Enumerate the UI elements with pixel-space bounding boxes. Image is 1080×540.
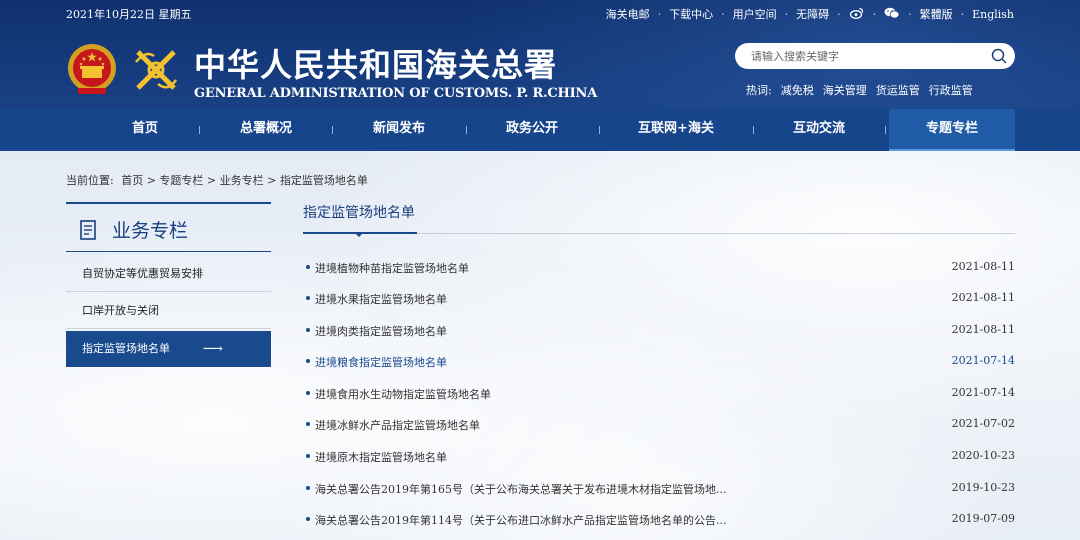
weibo-icon[interactable] (849, 7, 865, 21)
nav-item-special-topics[interactable]: 专题专栏 (889, 109, 1015, 151)
list-item[interactable]: 进境粮食指定监管场地名单 2021-07-14 (303, 351, 1015, 371)
search-input[interactable] (751, 47, 981, 65)
nav-item-internet-customs[interactable]: 互联网+海关 (600, 109, 752, 151)
link-accessibility[interactable]: 无障碍 (796, 6, 829, 22)
nav-item-interaction[interactable]: 互动交流 (754, 109, 884, 151)
separator: · (872, 7, 877, 21)
caret-down-icon (355, 233, 363, 237)
bullet-icon (306, 265, 310, 269)
hot-words: 热词: 减免税 海关管理 货运监管 行政监管 (746, 82, 982, 98)
list-item-date: 2020-10-23 (951, 449, 1015, 462)
hot-word[interactable]: 减免税 (781, 82, 814, 98)
sidebar-item-label: 指定监管场地名单 (82, 342, 170, 355)
list-item-title[interactable]: 进境食用水生动物指定监管场地名单 (315, 386, 491, 402)
current-date: 2021年10月22日 星期五 (66, 8, 192, 21)
link-email[interactable]: 海关电邮 (606, 6, 650, 22)
list-item[interactable]: 进境水果指定监管场地名单 2021-08-11 (303, 288, 1015, 308)
list-item-title[interactable]: 进境粮食指定监管场地名单 (315, 354, 447, 370)
list-item-date: 2021-07-14 (951, 354, 1015, 367)
link-english[interactable]: English (972, 8, 1014, 21)
search-box (735, 43, 1015, 69)
list-item-date: 2019-10-23 (951, 481, 1015, 494)
wechat-icon[interactable] (884, 7, 900, 21)
hot-word[interactable]: 货运监管 (876, 82, 920, 98)
bullet-icon (306, 454, 310, 458)
list-item-title[interactable]: 进境水果指定监管场地名单 (315, 291, 447, 307)
list-item-date: 2021-08-11 (951, 260, 1015, 273)
breadcrumb: 当前位置: 首页 > 专题专栏 > 业务专栏 > 指定监管场地名单 (66, 172, 372, 188)
separator: · (837, 7, 841, 21)
list-item[interactable]: 进境肉类指定监管场地名单 2021-08-11 (303, 320, 1015, 340)
page-title: 指定监管场地名单 (303, 205, 415, 221)
list-item-title[interactable]: 进境原木指定监管场地名单 (315, 449, 447, 465)
list-item-date: 2021-07-02 (951, 417, 1015, 430)
list-item[interactable]: 进境冰鲜水产品指定监管场地名单 2021-07-02 (303, 414, 1015, 434)
list-item-title[interactable]: 进境冰鲜水产品指定监管场地名单 (315, 417, 480, 433)
main-nav: 首页 总署概况 新闻发布 政务公开 互联网+海关 互动交流 专题专栏 (0, 109, 1080, 151)
bullet-icon (306, 422, 310, 426)
separator: · (784, 7, 789, 21)
list-item-title[interactable]: 进境植物种苗指定监管场地名单 (315, 260, 469, 276)
sidebar-item-designated-sites[interactable]: 指定监管场地名单 ⟶ (66, 331, 271, 367)
list-item-date: 2021-07-14 (951, 386, 1015, 399)
top-links: 海关电邮 · 下载中心 · 用户空间 · 无障碍 · · · 繁體版 · Eng… (606, 6, 1014, 22)
nav-item-government-affairs[interactable]: 政务公开 (466, 109, 598, 151)
link-download-center[interactable]: 下载中心 (669, 6, 713, 22)
breadcrumb-label: 当前位置: (66, 174, 114, 187)
nav-separator (885, 126, 886, 134)
arrow-right-icon: ⟶ (202, 341, 223, 357)
breadcrumb-path[interactable]: 首页 > 专题专栏 > 业务专栏 > 指定监管场地名单 (121, 174, 368, 187)
site-title-english: GENERAL ADMINISTRATION OF CUSTOMS. P. R.… (194, 86, 598, 101)
list-item-date: 2019-07-09 (951, 512, 1015, 525)
site-header: 2021年10月22日 星期五 海关电邮 · 下载中心 · 用户空间 · 无障碍… (0, 0, 1080, 151)
separator: · (721, 7, 725, 21)
document-icon (80, 220, 96, 240)
list-item-title[interactable]: 海关总署公告2019年第114号（关于公布进口冰鲜水产品指定监管场地名单的公告.… (315, 512, 726, 528)
nav-item-news[interactable]: 新闻发布 (333, 109, 465, 151)
sidebar-item-fta[interactable]: 自贸协定等优惠贸易安排 (66, 256, 271, 292)
bullet-icon (306, 517, 310, 521)
national-emblem-icon (68, 44, 116, 94)
bullet-icon (306, 328, 310, 332)
list-item[interactable]: 进境植物种苗指定监管场地名单 2021-08-11 (303, 257, 1015, 277)
separator: · (908, 7, 912, 21)
list-item-title[interactable]: 进境肉类指定监管场地名单 (315, 323, 447, 339)
hot-words-label: 热词: (746, 84, 772, 97)
site-title[interactable]: 中华人民共和国海关总署 (194, 40, 557, 86)
separator: · (960, 7, 965, 21)
search-icon[interactable] (991, 48, 1007, 64)
bullet-icon (306, 296, 310, 300)
hot-word[interactable]: 海关管理 (823, 82, 867, 98)
link-traditional-chinese[interactable]: 繁體版 (920, 6, 953, 22)
customs-logo-icon (135, 50, 178, 90)
bullet-icon (306, 359, 310, 363)
sidebar-item-label: 口岸开放与关闭 (82, 304, 159, 317)
sidebar-title: 业务专栏 (112, 220, 189, 242)
list-item[interactable]: 海关总署公告2019年第114号（关于公布进口冰鲜水产品指定监管场地名单的公告.… (303, 509, 1015, 529)
separator: · (657, 7, 662, 21)
list-item-date: 2021-08-11 (951, 323, 1015, 336)
sidebar-item-ports[interactable]: 口岸开放与关闭 (66, 293, 271, 329)
list-item-date: 2021-08-11 (951, 291, 1015, 304)
bullet-icon (306, 486, 310, 490)
hot-word[interactable]: 行政监管 (929, 82, 973, 98)
list-item-title[interactable]: 海关总署公告2019年第165号（关于公布海关总署关于发布进境木材指定监管场地.… (315, 481, 726, 497)
sidebar-header: 业务专栏 (66, 202, 271, 252)
nav-item-overview[interactable]: 总署概况 (200, 109, 332, 151)
list-item[interactable]: 进境食用水生动物指定监管场地名单 2021-07-14 (303, 383, 1015, 403)
sidebar-item-label: 自贸协定等优惠贸易安排 (82, 267, 203, 280)
link-user-space[interactable]: 用户空间 (733, 6, 777, 22)
bullet-icon (306, 391, 310, 395)
list-item[interactable]: 进境原木指定监管场地名单 2020-10-23 (303, 446, 1015, 466)
list-item[interactable]: 海关总署公告2019年第165号（关于公布海关总署关于发布进境木材指定监管场地.… (303, 478, 1015, 498)
